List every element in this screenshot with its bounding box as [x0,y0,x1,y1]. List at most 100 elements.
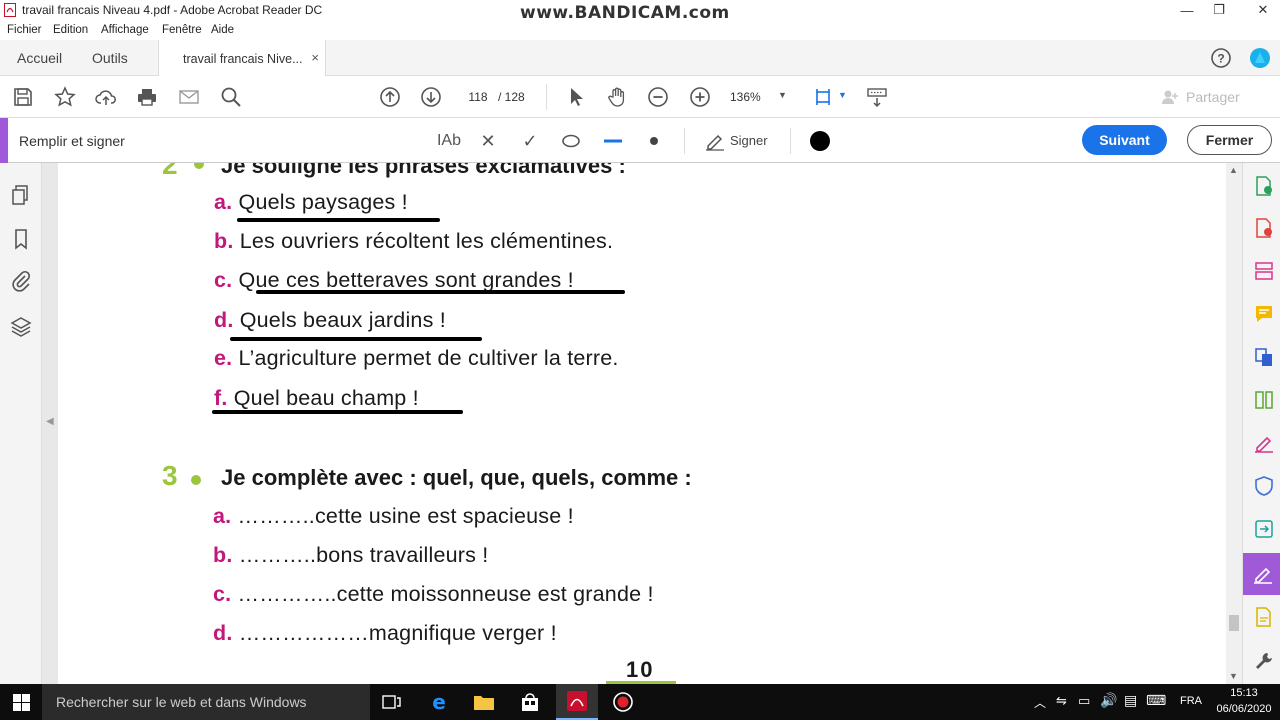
zoom-level[interactable]: 136% [730,90,761,104]
tab-document[interactable]: travail francais Nive... × [158,40,326,77]
fill-sign-accent [0,118,8,163]
windows-start-icon[interactable] [13,694,30,711]
store-icon[interactable] [518,690,542,714]
keyboard-icon[interactable]: ⌨ [1146,692,1166,709]
clock-time[interactable]: 15:13 [1226,687,1262,699]
close-window-button[interactable]: ✕ [1240,0,1280,20]
chevron-down-icon[interactable]: ▼ [838,90,847,100]
next-button[interactable]: Suivant [1082,125,1167,155]
next-page-icon[interactable] [419,85,443,109]
window-titlebar: travail francais Niveau 4.pdf - Adobe Ac… [0,0,1280,23]
menu-aide[interactable]: Aide [211,24,234,36]
tab-close-icon[interactable]: × [311,50,319,65]
print-icon[interactable] [135,85,159,109]
input-language[interactable]: FRA [1180,695,1202,707]
add-text-tool[interactable]: IAb [434,129,464,153]
bookmark-icon[interactable] [9,227,33,251]
edge-browser-icon[interactable]: e [427,690,451,714]
page-number-input[interactable]: 118 [460,86,496,108]
comment-icon[interactable] [1253,303,1275,325]
edit-pdf-icon[interactable] [1253,260,1275,282]
tab-bar: Accueil Outils travail francais Nive... … [0,40,1280,77]
tab-outils[interactable]: Outils [92,40,128,76]
underline-annotation[interactable] [256,290,625,294]
vertical-scrollbar[interactable]: ▲ ▼ [1226,163,1242,684]
zoom-out-icon[interactable] [646,85,670,109]
network-icon[interactable]: ⇋ [1056,693,1067,709]
scroll-down-icon[interactable]: ▼ [1229,671,1238,681]
close-icon: ✕ [1257,2,1269,17]
zoom-in-icon[interactable] [688,85,712,109]
attachment-icon[interactable] [9,269,33,293]
tab-accueil[interactable]: Accueil [17,40,62,76]
cross-mark-icon[interactable]: ✕ [476,129,500,153]
chevron-down-icon[interactable]: ▼ [778,90,787,100]
scan-document-icon[interactable] [1253,606,1275,628]
menu-fichier[interactable]: Fichier [7,24,42,36]
collapse-left-panel-icon[interactable]: ◀ [46,416,54,427]
scroll-up-icon[interactable]: ▲ [1229,165,1238,175]
send-for-review-icon[interactable] [1253,518,1275,540]
exercise-item: d. Quels beaux jardins ! [214,308,446,332]
signature-pen-icon[interactable] [703,129,727,153]
pdf-file-icon [4,3,16,17]
circle-tool-icon[interactable] [559,129,583,153]
color-picker-icon[interactable] [808,129,832,153]
section-title: Je souligne les phrases exclamatives : [221,163,626,178]
checkmark-icon[interactable]: ✓ [518,129,542,153]
bookmark-star-icon[interactable] [53,85,77,109]
previous-page-icon[interactable] [378,85,402,109]
keyboard-scroll-icon[interactable] [865,85,889,109]
toolbar-divider [684,128,685,154]
underline-annotation[interactable] [230,337,482,341]
organize-pages-icon[interactable] [1253,389,1275,411]
add-user-icon [1162,90,1178,104]
line-tool-icon[interactable] [601,129,625,153]
scrollbar-thumb[interactable] [1229,615,1239,631]
bandicam-record-icon[interactable] [611,690,635,714]
underline-annotation[interactable] [212,410,463,414]
layers-icon[interactable] [9,315,33,339]
dot-tool-icon[interactable] [642,129,666,153]
window-title: travail francais Niveau 4.pdf - Adobe Ac… [22,3,323,17]
account-avatar-icon[interactable] [1249,47,1271,69]
share-label: Partager [1186,89,1240,105]
section-number: 3 [162,460,178,491]
underline-annotation[interactable] [237,218,440,222]
select-cursor-icon[interactable] [564,85,588,109]
share-button[interactable]: Partager [1160,85,1270,109]
sign-label[interactable]: Signer [730,133,768,148]
battery-icon[interactable]: ▭ [1078,693,1090,709]
menu-edition[interactable]: Edition [53,24,88,36]
help-icon[interactable]: ? [1210,47,1232,69]
exercise-item: b. Les ouvriers récoltent les clémentine… [214,229,614,253]
fill-sign-tool-icon[interactable] [1253,432,1275,454]
create-pdf-icon[interactable] [1253,217,1275,239]
file-explorer-icon[interactable] [472,690,496,714]
taskbar-search-input[interactable]: Rechercher sur le web et dans Windows [42,684,370,720]
cloud-upload-icon[interactable] [94,85,118,109]
acrobat-taskbar-button[interactable] [556,684,598,720]
email-icon[interactable] [177,85,201,109]
maximize-button[interactable]: ❐ [1196,0,1242,20]
tray-expand-icon[interactable]: ︿ [1034,694,1046,711]
save-icon[interactable] [11,85,35,109]
active-tool-highlight[interactable] [1243,553,1280,595]
document-page: 2 Je souligne les phrases exclamatives :… [58,163,1226,684]
export-pdf-icon[interactable] [1253,175,1275,197]
fit-page-icon[interactable] [812,85,836,109]
hand-tool-icon[interactable] [605,85,629,109]
volume-icon[interactable]: 🔊 [1100,692,1117,709]
menu-fenetre[interactable]: Fenêtre [162,24,202,36]
combine-files-icon[interactable] [1253,346,1275,368]
page-footer-number: 10 [626,657,655,682]
menu-affichage[interactable]: Affichage [101,24,149,36]
protect-shield-icon[interactable] [1253,475,1275,497]
page-thumbnails-icon[interactable] [9,183,33,207]
close-fill-sign-button[interactable]: Fermer [1187,125,1272,155]
search-icon[interactable] [219,85,243,109]
more-tools-wrench-icon[interactable] [1253,650,1275,672]
clock-date[interactable]: 06/06/2020 [1214,703,1274,715]
task-view-icon[interactable] [380,690,404,714]
notification-icon[interactable]: ▤ [1124,692,1137,709]
